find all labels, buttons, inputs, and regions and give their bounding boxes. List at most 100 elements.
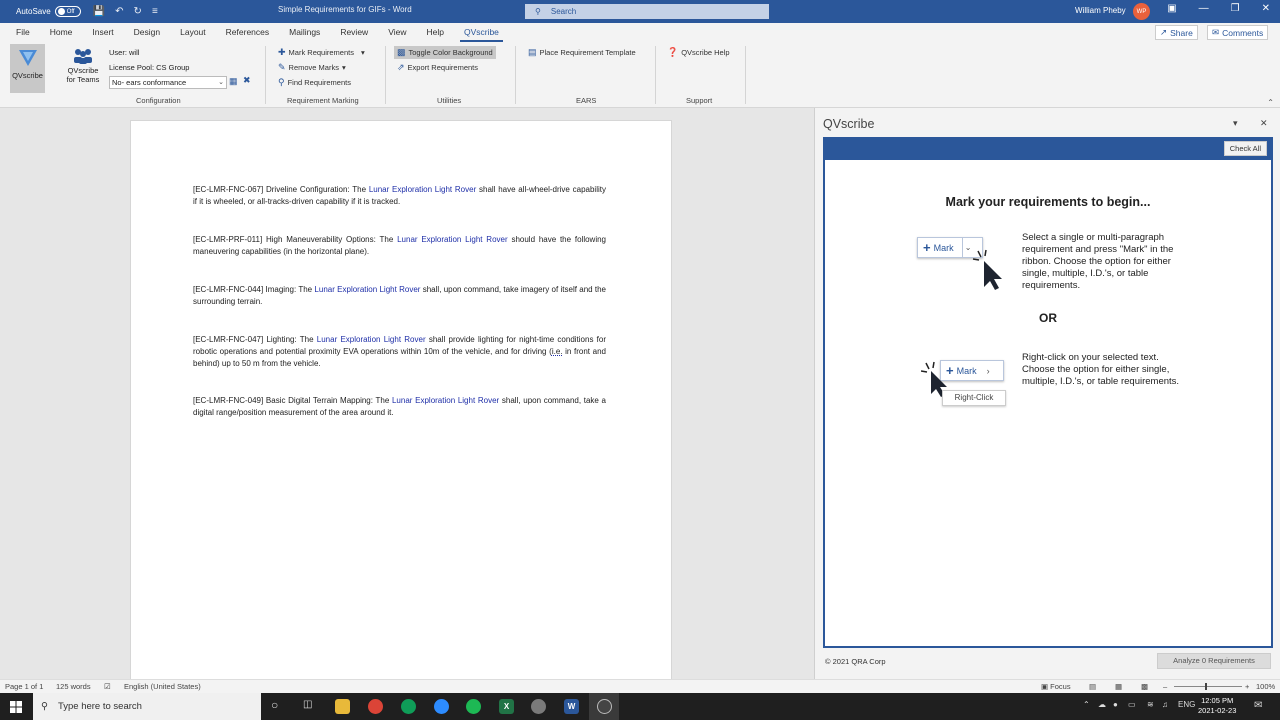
chrome-icon[interactable]: [368, 699, 383, 714]
taskbar-search[interactable]: ⚲ Type here to search: [33, 693, 261, 720]
requirement-paragraph[interactable]: [EC-LMR-FNC-067] Driveline Configuration…: [193, 184, 606, 208]
group-separator: [385, 46, 386, 104]
group-separator: [655, 46, 656, 104]
read-mode-icon[interactable]: ▤: [1089, 682, 1096, 691]
zoom-slider-thumb[interactable]: [1205, 683, 1207, 690]
or-label: OR: [1039, 311, 1057, 325]
zoom-level[interactable]: 100%: [1256, 682, 1275, 691]
autosave-toggle[interactable]: Off: [54, 6, 81, 17]
tab-qvscribe[interactable]: QVscribe: [459, 23, 503, 42]
find-requirements-button[interactable]: ⚲ Find Requirements: [278, 77, 351, 88]
undo-icon[interactable]: ↶: [115, 6, 123, 17]
avatar[interactable]: WP: [1133, 3, 1150, 20]
word-icon[interactable]: W: [564, 699, 579, 714]
user-name[interactable]: William Pheby: [1075, 6, 1126, 15]
proofing-icon[interactable]: ☑: [104, 682, 111, 691]
tab-insert[interactable]: Insert: [88, 23, 117, 42]
search-box[interactable]: ⚲ Search: [525, 4, 769, 19]
mark-requirements-button[interactable]: ✚ Mark Requirements ▾: [278, 47, 365, 58]
wifi-icon[interactable]: ≋: [1147, 700, 1154, 709]
page-count[interactable]: Page 1 of 1: [5, 682, 43, 691]
language-indicator[interactable]: English (United States): [124, 682, 201, 691]
qvscribe-help-button[interactable]: ❓ QVscribe Help: [667, 47, 730, 58]
pane-options-icon[interactable]: ▾: [1233, 118, 1238, 129]
place-template-label: Place Requirement Template: [539, 48, 636, 57]
zoom-slider[interactable]: [1174, 686, 1242, 687]
group-requirement-marking: Requirement Marking: [287, 96, 359, 105]
save-icon[interactable]: 💾: [93, 6, 105, 17]
redo-icon[interactable]: ↻: [134, 6, 142, 17]
tab-home[interactable]: Home: [46, 23, 77, 42]
battery-icon[interactable]: ▭: [1128, 700, 1136, 709]
requirement-paragraph[interactable]: [EC-LMR-PRF-011] High Maneuverability Op…: [193, 234, 606, 258]
ribbon-tabs: File Home Insert Design Layout Reference…: [0, 23, 1280, 42]
notifications-icon[interactable]: ✉: [1254, 700, 1262, 711]
tab-review[interactable]: Review: [336, 23, 372, 42]
windows-start-icon[interactable]: [10, 701, 22, 713]
title-bar: AutoSave Off 💾 ↶ ↻ ≡ Simple Requirements…: [0, 0, 1280, 23]
focus-label: Focus: [1050, 682, 1071, 691]
spotify-icon[interactable]: [466, 699, 481, 714]
entity-highlight: Lunar Exploration Light Rover: [316, 335, 426, 344]
right-click-label: Right-Click: [942, 390, 1006, 406]
volume-icon[interactable]: ♫: [1162, 700, 1168, 709]
file-explorer-icon[interactable]: [335, 699, 350, 714]
ribbon-display-icon[interactable]: ▣: [1167, 3, 1176, 14]
system-clock[interactable]: 12:05 PM 2021-02-23: [1198, 696, 1236, 716]
customize-qat-icon[interactable]: ≡: [152, 6, 158, 17]
tab-help[interactable]: Help: [422, 23, 447, 42]
analyze-requirements-button[interactable]: Analyze 0 Requirements: [1157, 653, 1271, 669]
requirement-paragraph[interactable]: [EC-LMR-FNC-044] Imaging: The Lunar Expl…: [193, 284, 606, 308]
comments-button[interactable]: ✉ Comments: [1207, 25, 1269, 40]
autosave-control[interactable]: AutoSave Off: [16, 6, 81, 17]
tab-layout[interactable]: Layout: [176, 23, 210, 42]
task-view-icon[interactable]: ◫: [303, 699, 312, 710]
place-requirement-template-button[interactable]: ▤ Place Requirement Template: [528, 47, 636, 58]
qvscribe-button[interactable]: QVscribe: [10, 44, 45, 93]
toggle-color-background-button[interactable]: ▩ Toggle Color Background: [394, 46, 496, 59]
input-language[interactable]: ENG: [1178, 700, 1195, 709]
requirement-paragraph[interactable]: [EC-LMR-FNC-049] Basic Digital Terrain M…: [193, 395, 606, 419]
export-icon: ⇗: [397, 62, 405, 72]
requirement-paragraph[interactable]: [EC-LMR-FNC-047] Lighting: The Lunar Exp…: [193, 334, 606, 370]
tab-file[interactable]: File: [12, 23, 34, 42]
export-requirements-button[interactable]: ⇗ Export Requirements: [397, 62, 478, 73]
zoom-out-icon[interactable]: –: [1163, 682, 1167, 691]
document-page[interactable]: [EC-LMR-FNC-067] Driveline Configuration…: [130, 120, 672, 700]
tab-view[interactable]: View: [384, 23, 410, 42]
qvscribe-for-teams-button[interactable]: QVscribe for Teams: [63, 48, 103, 84]
word-count[interactable]: 125 words: [56, 682, 91, 691]
app-icon[interactable]: [531, 699, 546, 714]
tab-design[interactable]: Design: [130, 23, 164, 42]
zoom-in-icon[interactable]: +: [1245, 682, 1249, 691]
check-all-button[interactable]: Check All: [1223, 141, 1267, 156]
collapse-ribbon-icon[interactable]: ⌃: [1267, 98, 1274, 107]
print-layout-icon[interactable]: ▦: [1115, 682, 1122, 691]
tab-mailings[interactable]: Mailings: [285, 23, 324, 42]
config-select[interactable]: No- ears conformance ⌄: [109, 76, 227, 89]
minimize-icon[interactable]: —: [1199, 3, 1209, 14]
zoom-app-icon[interactable]: [434, 699, 449, 714]
teams-label-line2: for Teams: [66, 75, 100, 84]
tray-chevron-icon[interactable]: ⌃: [1083, 700, 1090, 709]
tab-references[interactable]: References: [222, 23, 273, 42]
chrome-profile-icon[interactable]: [401, 699, 416, 714]
paragraph-text: [EC-LMR-FNC-049] Basic Digital Terrain M…: [193, 396, 392, 405]
save-config-icon[interactable]: ▦: [229, 76, 238, 87]
close-icon[interactable]: ✕: [1262, 3, 1270, 14]
group-ears: EARS: [576, 96, 597, 105]
tools-icon[interactable]: ✖: [243, 75, 251, 86]
group-separator: [745, 46, 746, 104]
share-button[interactable]: ↗ Share: [1155, 25, 1198, 40]
remove-marks-button[interactable]: ✎ Remove Marks ▾: [278, 62, 346, 73]
focus-button[interactable]: ▣ Focus: [1041, 682, 1071, 691]
excel-icon[interactable]: X: [499, 699, 514, 714]
screen-recorder-icon[interactable]: [597, 699, 612, 714]
restore-icon[interactable]: ❐: [1231, 3, 1240, 14]
web-layout-icon[interactable]: ▩: [1141, 682, 1148, 691]
close-icon[interactable]: ✕: [1260, 118, 1268, 129]
microphone-icon[interactable]: ●: [1113, 700, 1118, 709]
onedrive-icon[interactable]: ☁: [1098, 700, 1106, 709]
remove-marks-label: Remove Marks: [288, 63, 339, 72]
cortana-icon[interactable]: ○: [271, 698, 278, 712]
